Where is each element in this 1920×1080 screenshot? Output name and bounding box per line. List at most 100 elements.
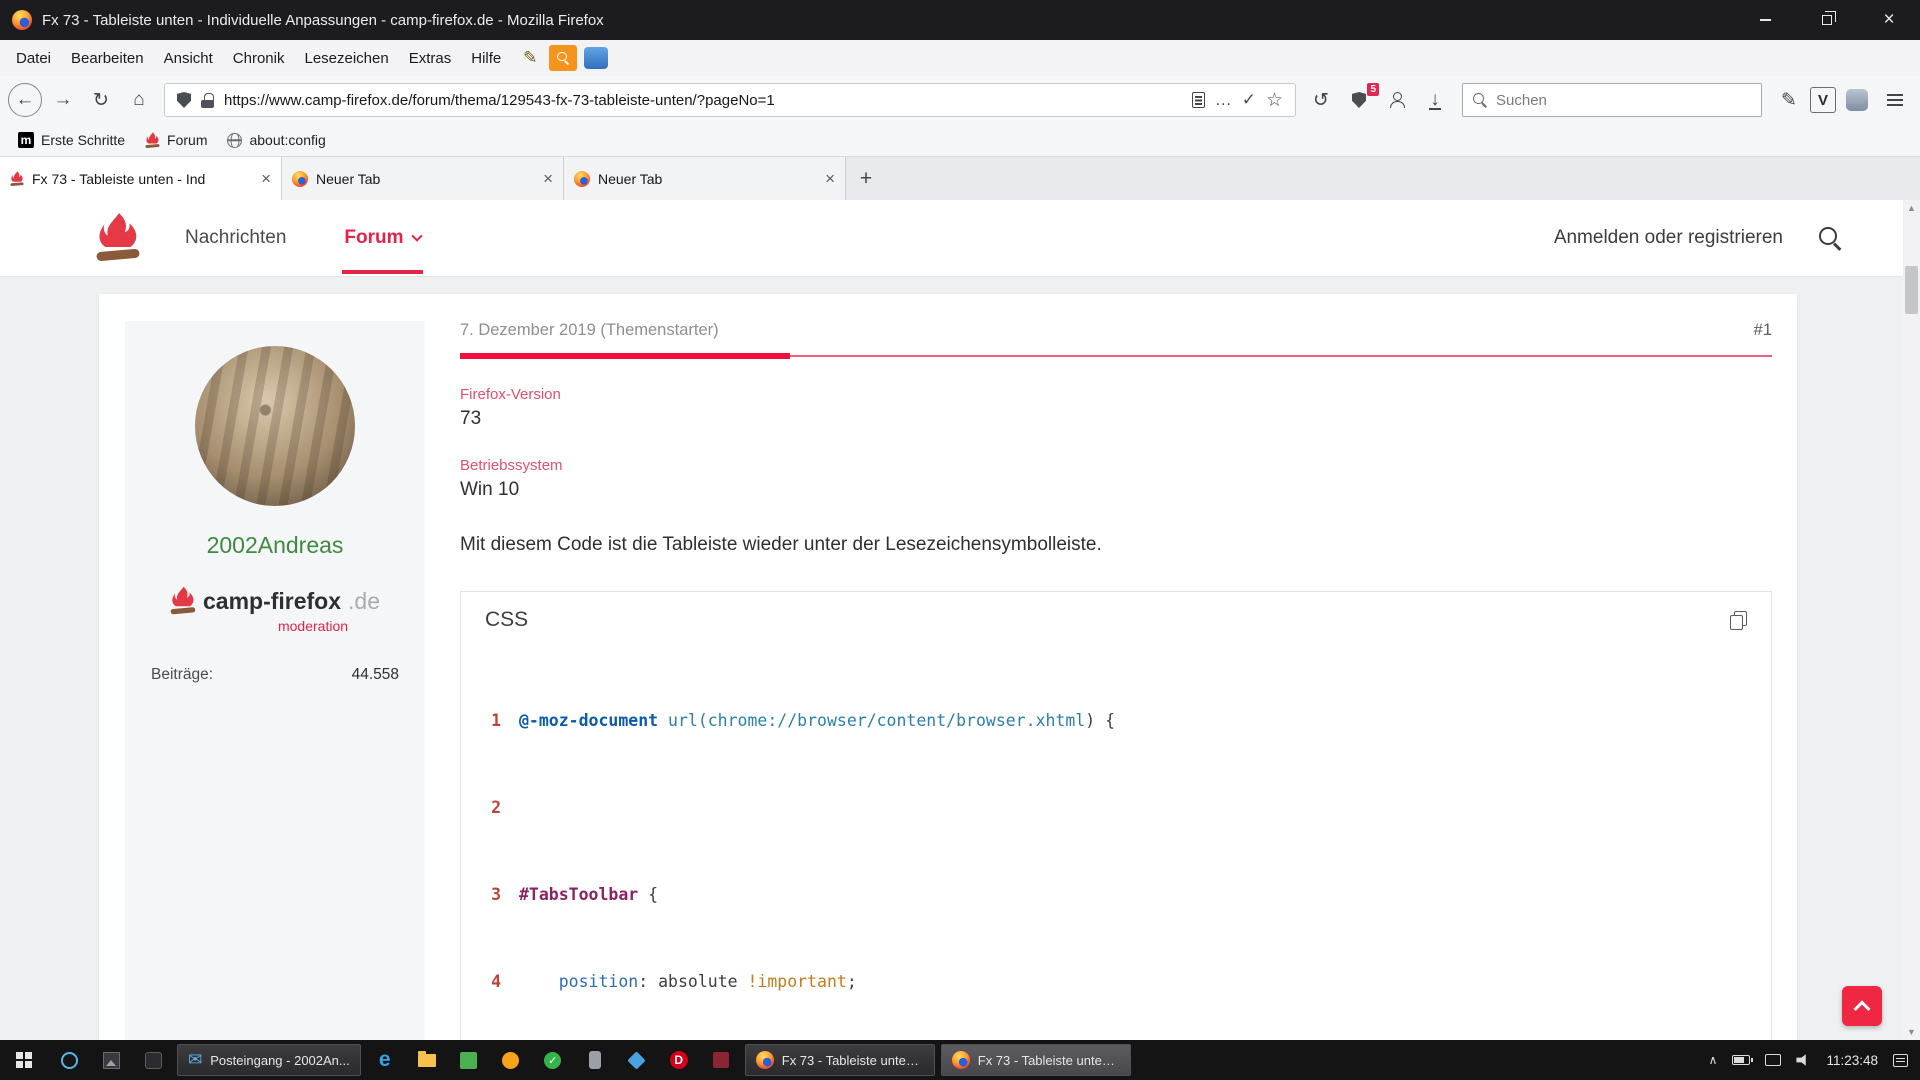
display-icon[interactable] (1765, 1054, 1781, 1066)
app-icon (589, 1051, 601, 1069)
post-header: 7. Dezember 2019 (Themenstarter) #1 (460, 321, 1772, 340)
campfire-logo[interactable] (95, 212, 141, 264)
post-number-link[interactable]: #1 (1754, 321, 1772, 340)
post-card: 2002Andreas camp-firefox.de moderation B… (99, 294, 1797, 1040)
scrollbar-thumb[interactable] (1905, 266, 1918, 314)
reload-button[interactable]: ↻ (84, 83, 118, 117)
author-name[interactable]: 2002Andreas (125, 532, 425, 559)
start-button[interactable] (0, 1040, 48, 1080)
taskbar-pinned-app-2[interactable] (90, 1040, 132, 1080)
taskbar-pinned-app-1[interactable] (48, 1040, 90, 1080)
tab-close-icon[interactable]: × (261, 169, 271, 189)
tab-bar: Fx 73 - Tableiste unten - Ind × Neuer Ta… (0, 157, 1920, 200)
account-icon[interactable] (1380, 83, 1414, 117)
tray-expand-icon[interactable]: ∧ (1709, 1053, 1718, 1067)
task-mail-client[interactable]: ✉ Posteingang - 2002An... (177, 1044, 361, 1076)
menu-datei[interactable]: Datei (6, 40, 61, 76)
task-firefox-1[interactable]: Fx 73 - Tableiste unten... (745, 1044, 935, 1076)
bookmark-star-icon[interactable]: ☆ (1266, 89, 1283, 112)
bookmark-label: Erste Schritte (41, 132, 125, 148)
history-icon[interactable]: ↺ (1304, 83, 1338, 117)
menu-chronik[interactable]: Chronik (223, 40, 295, 76)
downloads-icon[interactable]: ↓ (1418, 83, 1452, 117)
task-firefox-2[interactable]: Fx 73 - Tableiste unten... (941, 1044, 1131, 1076)
edit-addon-icon[interactable]: ✎ (1772, 83, 1806, 117)
author-brand: camp-firefox.de (125, 586, 425, 616)
tab-camp-firefox[interactable]: Fx 73 - Tableiste unten - Ind × (0, 157, 282, 200)
menu-bearbeiten[interactable]: Bearbeiten (61, 40, 154, 76)
avatar[interactable] (195, 346, 355, 506)
page-actions-icon[interactable]: … (1215, 90, 1232, 110)
new-tab-button[interactable]: + (846, 157, 886, 200)
tab-neuer-tab-2[interactable]: Neuer Tab × (564, 157, 846, 200)
notification-center-icon[interactable] (1893, 1054, 1908, 1067)
bookmark-about-config[interactable]: about:config (217, 124, 335, 156)
tracking-protection-icon[interactable] (177, 92, 191, 108)
violentmonkey-addon-icon[interactable]: V (1810, 87, 1836, 113)
brand-name: camp-firefox (203, 588, 341, 615)
taskbar-pinned-app-7[interactable] (490, 1040, 532, 1080)
adblock-badge: 5 (1367, 83, 1379, 96)
bookmark-erste-schritte[interactable]: m Erste Schritte (8, 124, 135, 156)
site-search-icon[interactable] (1819, 227, 1841, 249)
taskbar-pinned-app-12[interactable] (700, 1040, 742, 1080)
tab-close-icon[interactable]: × (543, 169, 553, 189)
window-minimize-button[interactable] (1734, 0, 1796, 40)
pocket-icon[interactable]: ✓ (1242, 90, 1256, 110)
note-addon-icon[interactable]: ✎ (516, 45, 544, 71)
lock-icon[interactable] (201, 93, 214, 108)
menu-ansicht[interactable]: Ansicht (154, 40, 223, 76)
menu-extras[interactable]: Extras (399, 40, 462, 76)
taskbar-pinned-app-4[interactable]: e (364, 1040, 406, 1080)
volume-icon[interactable] (1796, 1054, 1811, 1067)
home-button[interactable]: ⌂ (122, 83, 156, 117)
clock[interactable]: 11:23:48 (1826, 1053, 1878, 1068)
shield-icon (1352, 92, 1366, 108)
scrollbar-up-arrow[interactable]: ▲ (1903, 200, 1920, 216)
tab-title: Neuer Tab (598, 171, 817, 187)
adblock-shield-icon[interactable]: 5 (1342, 83, 1376, 117)
taskbar-pinned-app-8[interactable]: ✓ (532, 1040, 574, 1080)
url-bar[interactable]: … ✓ ☆ (164, 83, 1296, 117)
reader-mode-icon[interactable] (1192, 92, 1205, 108)
taskbar-pinned-app-3[interactable] (132, 1040, 174, 1080)
search-bar[interactable] (1462, 83, 1762, 117)
taskbar-pinned-app-11[interactable]: D (658, 1040, 700, 1080)
post-body-text: Mit diesem Code ist die Tableiste wieder… (460, 534, 1772, 556)
url-input[interactable] (224, 92, 1182, 109)
bookmark-forum[interactable]: Forum (135, 124, 217, 156)
folder-addon-icon[interactable] (582, 45, 610, 71)
site-header: Nachrichten Forum Anmelden oder registri… (0, 200, 1903, 276)
window-restore-button[interactable] (1796, 0, 1858, 40)
field-value-betriebssystem: Win 10 (460, 479, 1772, 501)
author-column: 2002Andreas camp-firefox.de moderation B… (125, 321, 425, 1040)
scroll-to-top-button[interactable] (1842, 986, 1882, 1026)
forum-page-background: 2002Andreas camp-firefox.de moderation B… (0, 276, 1903, 1040)
scrollbar-down-arrow[interactable]: ▼ (1903, 1024, 1920, 1040)
tab-neuer-tab-1[interactable]: Neuer Tab × (282, 157, 564, 200)
menu-bar: Datei Bearbeiten Ansicht Chronik Lesezei… (0, 40, 1920, 76)
search-input[interactable] (1496, 92, 1751, 109)
taskbar-pinned-app-6[interactable] (448, 1040, 490, 1080)
taskbar-pinned-app-9[interactable] (574, 1040, 616, 1080)
nav-nachrichten[interactable]: Nachrichten (185, 227, 286, 249)
blue-addon-icon (584, 47, 608, 69)
forward-button[interactable]: → (46, 83, 80, 117)
restore-icon (1822, 15, 1832, 25)
search-addon-icon[interactable] (549, 45, 577, 71)
page-scrollbar[interactable]: ▲ ▼ (1903, 200, 1920, 1040)
copy-code-icon[interactable] (1730, 611, 1747, 630)
tab-close-icon[interactable]: × (825, 169, 835, 189)
login-link[interactable]: Anmelden oder registrieren (1554, 227, 1783, 249)
addon-icon[interactable] (1840, 83, 1874, 117)
taskbar-pinned-app-5[interactable] (406, 1040, 448, 1080)
taskbar-pinned-app-10[interactable] (616, 1040, 658, 1080)
nav-forum[interactable]: Forum (344, 227, 420, 249)
app-icon (145, 1052, 162, 1069)
menu-lesezeichen[interactable]: Lesezeichen (294, 40, 398, 76)
back-button[interactable]: ← (8, 83, 42, 117)
menu-button[interactable] (1878, 83, 1912, 117)
battery-icon[interactable] (1732, 1055, 1750, 1065)
window-close-button[interactable]: × (1858, 0, 1920, 40)
menu-hilfe[interactable]: Hilfe (461, 40, 511, 76)
